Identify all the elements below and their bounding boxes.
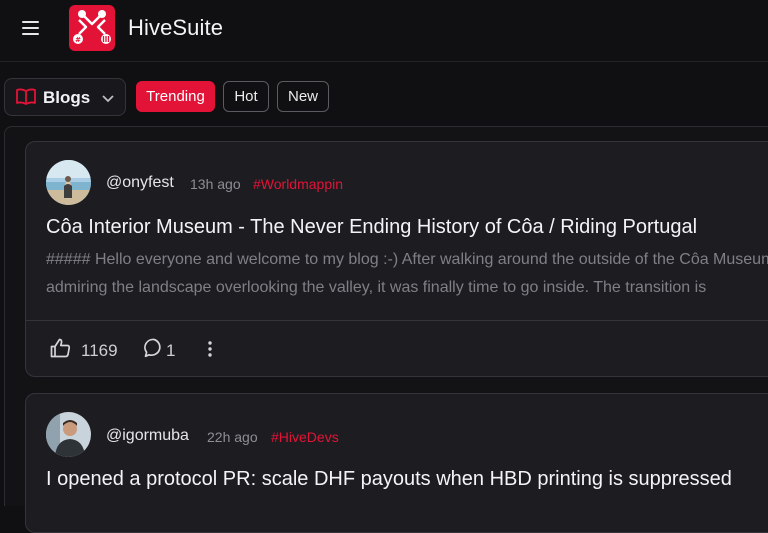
upvote-count: 1169 xyxy=(81,340,118,360)
post-card[interactable]: @onyfest 13h ago #Worldmappin Côa Interi… xyxy=(25,141,768,377)
top-bar: # HiveSuite xyxy=(0,0,768,62)
upvote-button[interactable]: 1169 xyxy=(50,338,118,363)
feed-type-label: Blogs xyxy=(43,88,91,107)
comments-button[interactable]: 1 xyxy=(144,338,175,363)
card-divider xyxy=(26,320,768,321)
post-author[interactable]: @igormuba xyxy=(106,427,189,445)
post-title[interactable]: Côa Interior Museum - The Never Ending H… xyxy=(46,216,697,239)
thumbs-up-icon xyxy=(50,338,71,363)
post-feed: @onyfest 13h ago #Worldmappin Côa Interi… xyxy=(4,126,768,533)
chevron-down-icon xyxy=(101,91,115,109)
hamburger-menu-icon[interactable] xyxy=(20,17,42,39)
open-book-icon xyxy=(16,88,36,111)
avatar[interactable] xyxy=(46,412,91,457)
post-timestamp: 22h ago xyxy=(207,429,258,445)
app-title: HiveSuite xyxy=(128,15,224,40)
post-excerpt-line: ##### Hello everyone and welcome to my b… xyxy=(46,251,768,268)
tab-hot[interactable]: Hot xyxy=(223,81,269,112)
feed-type-dropdown[interactable]: Blogs xyxy=(4,78,126,116)
svg-text:#: # xyxy=(75,36,81,44)
post-card[interactable]: @igormuba 22h ago #HiveDevs I opened a p… xyxy=(25,393,768,533)
avatar[interactable] xyxy=(46,160,91,205)
post-timestamp: 13h ago xyxy=(190,176,241,192)
tab-trending[interactable]: Trending xyxy=(136,81,215,112)
post-excerpt-line: admiring the landscape overlooking the v… xyxy=(46,279,707,296)
comment-bubble-icon xyxy=(144,338,164,363)
post-author[interactable]: @onyfest xyxy=(106,174,174,192)
post-community-tag[interactable]: #HiveDevs xyxy=(271,429,339,445)
tab-new[interactable]: New xyxy=(277,81,329,112)
filter-bar: Blogs Trending Hot New xyxy=(0,62,768,126)
hivesuite-logo-icon[interactable]: # xyxy=(69,5,115,51)
post-community-tag[interactable]: #Worldmappin xyxy=(253,176,343,192)
comment-count: 1 xyxy=(166,340,176,360)
post-title[interactable]: I opened a protocol PR: scale DHF payout… xyxy=(46,468,732,491)
vertical-ellipsis-icon[interactable] xyxy=(204,340,216,358)
